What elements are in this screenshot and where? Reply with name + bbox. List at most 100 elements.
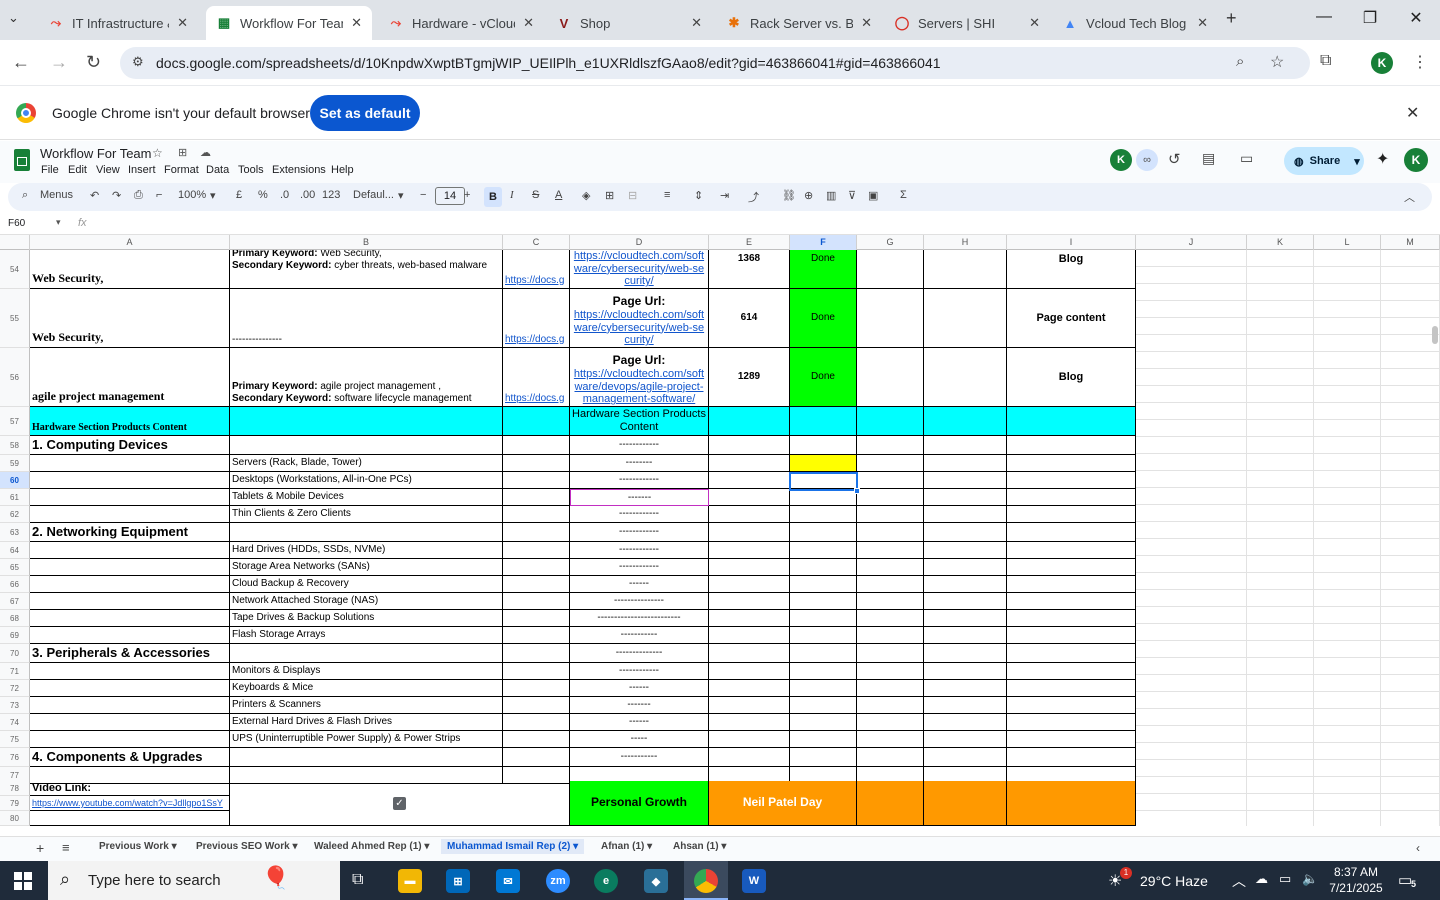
cell-d57[interactable]: Hardware Section Products Content <box>570 407 709 436</box>
wifi-icon[interactable]: ▭ <box>1279 871 1291 887</box>
column-header-m[interactable]: M <box>1381 235 1440 250</box>
row-header[interactable]: 79 <box>0 796 30 811</box>
functions-icon[interactable]: Σ <box>900 189 907 201</box>
cell-i57[interactable] <box>1007 407 1136 436</box>
cell-a66[interactable] <box>30 576 230 593</box>
align-icon[interactable]: ≡ <box>664 189 670 201</box>
cell-e66[interactable] <box>709 576 790 593</box>
browser-tab-rack-server[interactable]: ✱ Rack Server vs. Bla ✕ <box>716 6 882 40</box>
row-header[interactable]: 64 <box>0 542 30 559</box>
currency-format-button[interactable]: £ <box>236 189 242 201</box>
row-header[interactable]: 69 <box>0 627 30 644</box>
cell-i59[interactable] <box>1007 455 1136 472</box>
cell-e65[interactable] <box>709 559 790 576</box>
menu-file[interactable]: File <box>41 164 59 176</box>
cell-i63[interactable] <box>1007 523 1136 542</box>
cell-i69[interactable] <box>1007 627 1136 644</box>
reload-icon[interactable]: ↻ <box>86 52 101 73</box>
close-tab-icon[interactable]: ✕ <box>861 15 872 31</box>
cell-g63[interactable] <box>857 523 924 542</box>
forward-icon[interactable]: → <box>50 52 68 73</box>
cell-c68[interactable] <box>503 610 570 627</box>
row-header[interactable]: 56 <box>0 348 30 407</box>
row-header[interactable]: 71 <box>0 663 30 680</box>
cell-g71[interactable] <box>857 663 924 680</box>
paint-format-icon[interactable]: ⌐ <box>156 189 162 201</box>
empty-column[interactable] <box>1314 250 1381 826</box>
cell-a68[interactable] <box>30 610 230 627</box>
minimize-icon[interactable]: — <box>1304 8 1344 26</box>
site-info-icon[interactable]: ⚙ <box>132 54 144 70</box>
cell-c72[interactable] <box>503 680 570 697</box>
cell-h72[interactable] <box>924 680 1007 697</box>
cell-e70[interactable] <box>709 644 790 663</box>
fill-handle[interactable] <box>854 488 860 494</box>
add-sheet-icon[interactable]: + <box>36 840 44 856</box>
cell-e78-merged[interactable]: Neil Patel Day <box>709 781 857 826</box>
cell-i75[interactable] <box>1007 731 1136 748</box>
cell-i78[interactable] <box>1007 781 1136 826</box>
select-all-corner[interactable] <box>0 235 30 250</box>
row-header[interactable]: 63 <box>0 523 30 542</box>
page-url-link[interactable]: https://vcloudtech.com/software/devops/a… <box>572 368 706 406</box>
insert-link-icon[interactable]: ⛓ <box>782 189 796 202</box>
name-box[interactable]: F60 <box>8 218 25 229</box>
close-infobar-icon[interactable]: ✕ <box>1406 103 1419 123</box>
network-icon[interactable]: ☁ <box>1255 871 1268 887</box>
row-header[interactable]: 59 <box>0 455 30 472</box>
cell-f54[interactable]: Done <box>790 250 857 289</box>
cell-c58[interactable] <box>503 436 570 455</box>
cell-h60[interactable] <box>924 472 1007 489</box>
new-tab-icon[interactable]: + <box>1226 8 1237 29</box>
cell-b68[interactable]: Tape Drives & Backup Solutions <box>230 610 503 627</box>
cell-g62[interactable] <box>857 506 924 523</box>
sheet-tab-previous-work[interactable]: Previous Work ▾ <box>99 841 177 852</box>
decrease-decimal-button[interactable]: .0 <box>280 189 289 201</box>
cell-d78-merged[interactable]: Personal Growth <box>570 781 709 826</box>
account-avatar[interactable]: K <box>1404 148 1428 172</box>
increase-decimal-button[interactable]: .00 <box>300 189 315 201</box>
cell-h73[interactable] <box>924 697 1007 714</box>
insert-comment-icon[interactable]: ⊕ <box>804 189 813 202</box>
cell-h58[interactable] <box>924 436 1007 455</box>
cell-i65[interactable] <box>1007 559 1136 576</box>
cell-f60[interactable] <box>790 472 857 489</box>
share-button[interactable]: ◍ Share ▾ <box>1284 147 1364 175</box>
cell-a69[interactable] <box>30 627 230 644</box>
cell-g78[interactable] <box>857 781 924 826</box>
cell-h78[interactable] <box>924 781 1007 826</box>
cell-d74[interactable]: ------ <box>570 714 709 731</box>
strikethrough-button[interactable]: S <box>532 189 539 201</box>
cell-d60[interactable]: ------------ <box>570 472 709 489</box>
cell-i71[interactable] <box>1007 663 1136 680</box>
close-tab-icon[interactable]: ✕ <box>1029 15 1040 31</box>
cell-a76[interactable]: 4. Components & Upgrades <box>30 748 230 767</box>
redo-icon[interactable]: ↷ <box>112 189 121 202</box>
cell-d75[interactable]: ----- <box>570 731 709 748</box>
cell-e71[interactable] <box>709 663 790 680</box>
cell-i61[interactable] <box>1007 489 1136 506</box>
row-header[interactable]: 55 <box>0 289 30 348</box>
all-sheets-icon[interactable]: ≡ <box>62 840 70 855</box>
cell-a61[interactable] <box>30 489 230 506</box>
filter-views-icon[interactable]: ▣ <box>868 189 878 202</box>
cell-g68[interactable] <box>857 610 924 627</box>
menu-help[interactable]: Help <box>331 164 354 176</box>
cell-c71[interactable] <box>503 663 570 680</box>
cell-i66[interactable] <box>1007 576 1136 593</box>
cell-i72[interactable] <box>1007 680 1136 697</box>
url-omnibox[interactable]: ⚙ docs.google.com/spreadsheets/d/10Knpdw… <box>120 47 1310 79</box>
cell-a58[interactable]: 1. Computing Devices <box>30 436 230 455</box>
zoom-select[interactable]: 100% <box>178 189 206 201</box>
cell-f55[interactable]: Done <box>790 289 857 348</box>
collapse-toolbar-icon[interactable]: ︿ <box>1404 189 1415 205</box>
cell-a57[interactable]: Hardware Section Products Content <box>30 407 230 436</box>
cell-c73[interactable] <box>503 697 570 714</box>
browser-tab-vcloud-blog[interactable]: ▲ Vcloud Tech Blog ✕ <box>1052 6 1218 40</box>
cell-h57[interactable] <box>924 407 1007 436</box>
cell-f71[interactable] <box>790 663 857 680</box>
app-diamond-icon[interactable]: ◆ <box>644 869 668 893</box>
cell-h65[interactable] <box>924 559 1007 576</box>
cell-c76[interactable] <box>503 748 570 767</box>
cell-a80[interactable] <box>30 811 230 826</box>
